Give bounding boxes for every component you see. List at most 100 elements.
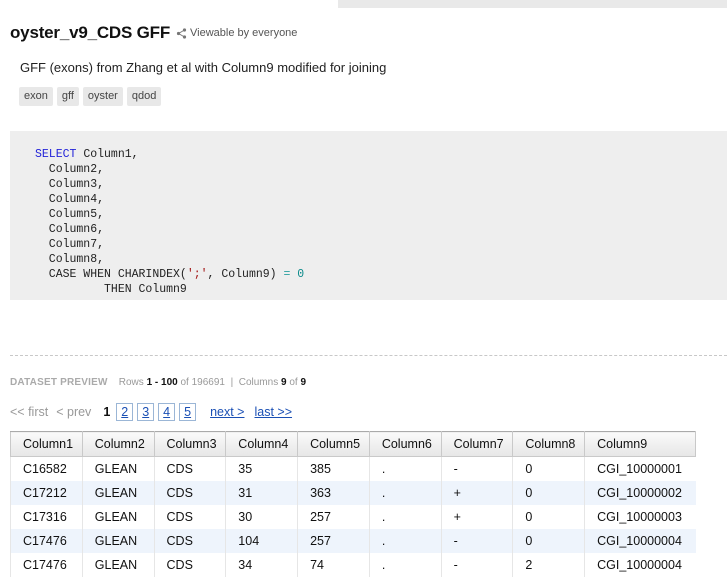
column-header[interactable]: Column1 [10, 431, 83, 457]
table-cell: C16582 [10, 456, 83, 481]
table-row: C16582 GLEAN CDS 35 385 . - 0 CGI_100000… [10, 456, 696, 481]
tag-list: exon gff oyster qdod [19, 87, 162, 106]
table-cell: 35 [225, 456, 298, 481]
table-cell: CDS [153, 505, 226, 529]
column-header[interactable]: Column5 [297, 431, 370, 457]
table-cell: CGI_10000004 [584, 553, 696, 577]
sql-query-text: SELECT Column1, Column2, Column3, Column… [35, 147, 304, 297]
sharing-status[interactable]: Viewable by everyone [176, 27, 297, 39]
current-page: 1 [103, 405, 111, 419]
table-row: C17476 GLEAN CDS 104 257 . - 0 CGI_10000… [10, 529, 696, 553]
table-cell: . [368, 553, 442, 577]
table-cell: 0 [512, 456, 585, 481]
page-link-3[interactable]: 3 [137, 403, 155, 421]
page-link-5[interactable]: 5 [179, 403, 197, 421]
table-cell: 0 [512, 529, 585, 553]
table-cell: + [440, 481, 513, 505]
column-header[interactable]: Column4 [225, 431, 299, 457]
table-cell: 0 [512, 505, 585, 529]
table-cell: GLEAN [81, 553, 155, 577]
table-cell: CDS [153, 481, 226, 505]
table-cell: C17212 [10, 481, 83, 505]
tag[interactable]: oyster [82, 87, 123, 106]
table-cell: 74 [297, 553, 370, 577]
tag[interactable]: gff [56, 87, 79, 106]
page-link-4[interactable]: 4 [158, 403, 176, 421]
code-line: Column4, [35, 193, 105, 206]
code-line: Column6, [35, 223, 105, 236]
sql-query-box[interactable]: SELECT Column1, Column2, Column3, Column… [10, 131, 727, 300]
preview-label: DATASET PREVIEW [10, 377, 108, 388]
table-cell: CGI_10000003 [584, 505, 696, 529]
pagination: << first < prev 1 2 3 4 5 next > last >> [10, 403, 292, 421]
columns-of: of [289, 377, 298, 388]
table-cell: C17476 [10, 553, 83, 577]
column-header[interactable]: Column9 [584, 431, 696, 457]
table-cell: CDS [153, 529, 226, 553]
table-row: C17212 GLEAN CDS 31 363 . + 0 CGI_100000… [10, 481, 696, 505]
rows-end: 100 [161, 377, 178, 388]
share-icon [176, 27, 187, 39]
table-cell: GLEAN [81, 529, 155, 553]
first-page-link[interactable]: << first [10, 405, 48, 419]
table-cell: GLEAN [81, 456, 155, 481]
table-cell: - [440, 529, 513, 553]
tag[interactable]: qdod [126, 87, 162, 106]
table-cell: + [440, 505, 513, 529]
dataset-description: GFF (exons) from Zhang et al with Column… [20, 60, 387, 75]
rows-prefix: Rows [118, 377, 144, 388]
table-cell: CDS [153, 456, 226, 481]
table-cell: CGI_10000004 [584, 529, 696, 553]
table-cell: 31 [225, 481, 298, 505]
code-line: SELECT Column1, [35, 148, 139, 161]
table-cell: . [368, 456, 442, 481]
table-row: C17476 GLEAN CDS 34 74 . - 2 CGI_1000000… [10, 553, 696, 577]
code-line: Column3, [35, 178, 105, 191]
table-cell: GLEAN [81, 481, 155, 505]
table-cell: C17316 [10, 505, 83, 529]
table-cell: CDS [153, 553, 226, 577]
preview-table: Column1 Column2 Column3 Column4 Column5 … [10, 431, 696, 577]
page-link-2[interactable]: 2 [116, 403, 134, 421]
table-cell: C17476 [10, 529, 83, 553]
prev-page-link[interactable]: < prev [56, 405, 91, 419]
last-page-link[interactable]: last >> [254, 405, 292, 419]
table-cell: . [368, 505, 442, 529]
table-cell: 363 [297, 481, 370, 505]
table-cell: 30 [225, 505, 298, 529]
columns-shown: 9 [280, 377, 287, 388]
table-cell: - [440, 456, 513, 481]
table-cell: 257 [297, 505, 370, 529]
column-header[interactable]: Column3 [153, 431, 227, 457]
tag[interactable]: exon [19, 87, 53, 106]
section-divider [10, 355, 727, 356]
table-cell: 34 [225, 553, 298, 577]
table-cell: . [368, 481, 442, 505]
table-cell: 385 [297, 456, 370, 481]
table-cell: 2 [512, 553, 585, 577]
rows-total: of 196691 [180, 377, 226, 388]
dataset-title: oyster_v9_CDS GFF [10, 23, 171, 42]
code-line: CASE WHEN CHARINDEX(';', Column9) = 0 [35, 268, 305, 281]
table-row: C17316 GLEAN CDS 30 257 . + 0 CGI_100000… [10, 505, 696, 529]
column-header[interactable]: Column2 [81, 431, 155, 457]
active-tab[interactable] [0, 0, 338, 8]
table-header-row: Column1 Column2 Column3 Column4 Column5 … [10, 431, 696, 457]
table-cell: CGI_10000001 [584, 456, 696, 481]
table-cell: - [440, 553, 513, 577]
column-header[interactable]: Column7 [440, 431, 514, 457]
column-header[interactable]: Column6 [368, 431, 442, 457]
table-cell: GLEAN [81, 505, 155, 529]
column-header[interactable]: Column8 [512, 431, 586, 457]
code-line: Column5, [35, 208, 105, 221]
table-cell: . [368, 529, 442, 553]
next-page-link[interactable]: next > [210, 405, 244, 419]
sharing-label: Viewable by everyone [190, 27, 298, 39]
columns-total: 9 [300, 377, 307, 388]
rows-dash: - [154, 377, 159, 388]
code-line: Column2, [35, 163, 105, 176]
code-line: Column7, [35, 238, 105, 251]
preview-summary: DATASET PREVIEW Rows 1 - 100 of 196691 |… [10, 377, 306, 388]
rows-start: 1 [146, 377, 153, 388]
code-line: THEN Column9 [35, 283, 187, 296]
